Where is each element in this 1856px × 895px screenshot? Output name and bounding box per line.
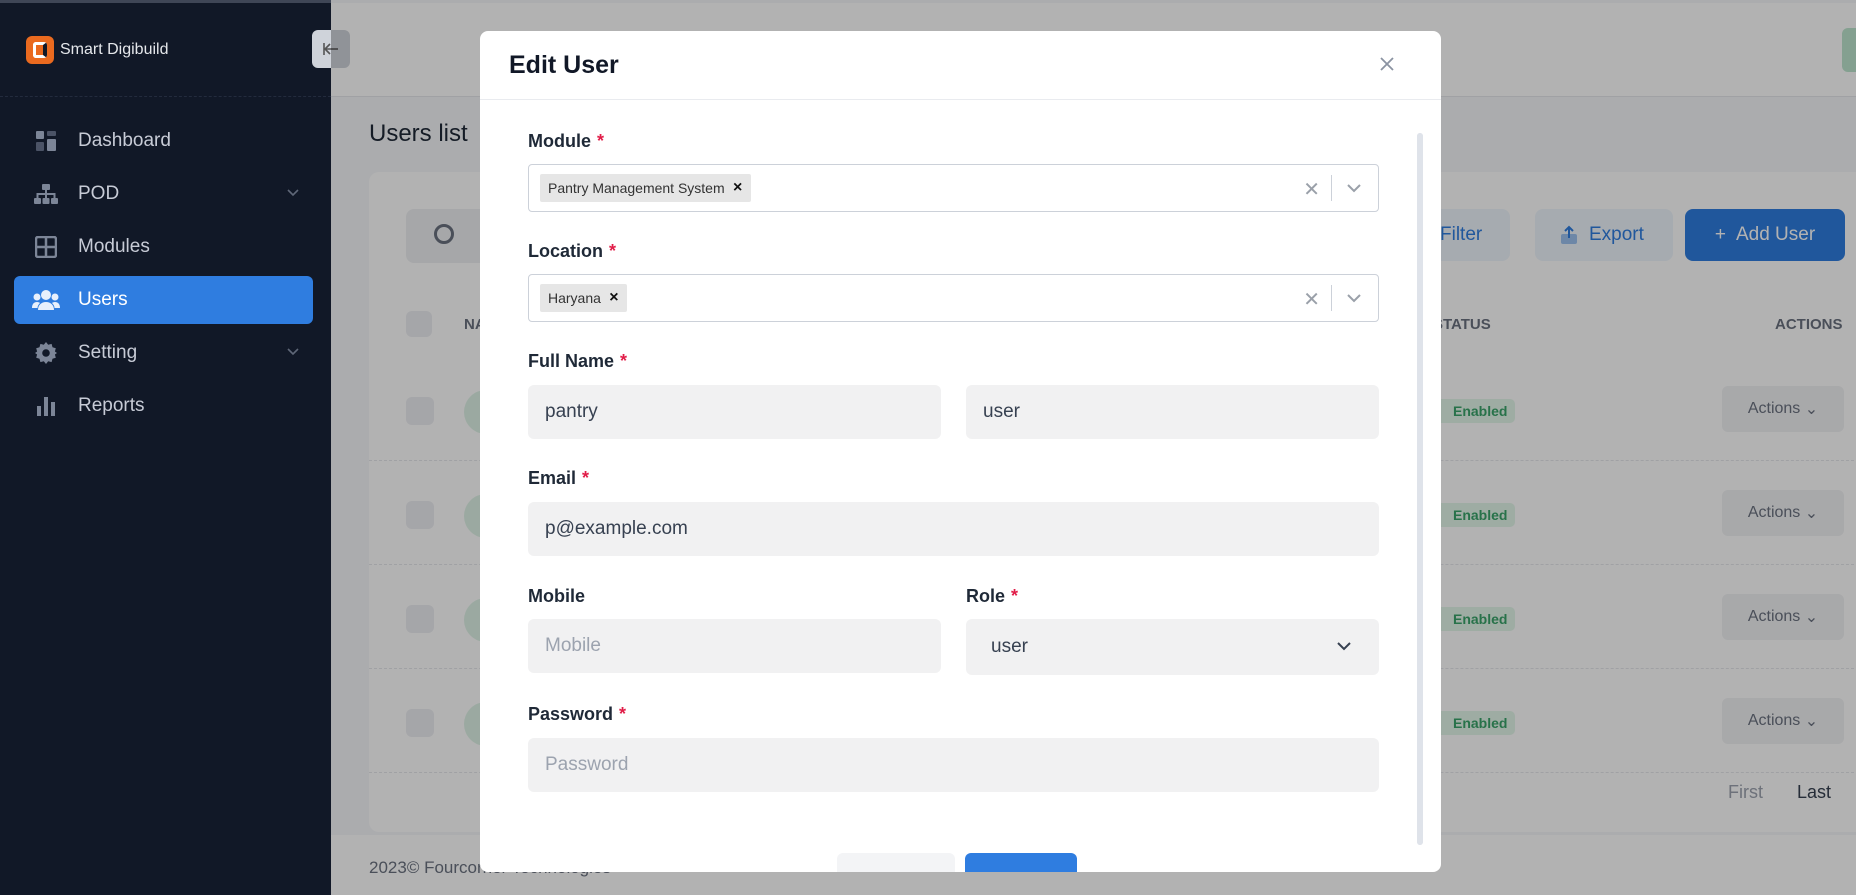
required-marker: * — [582, 468, 590, 488]
full-name-label: Full Name * — [528, 351, 627, 372]
cancel-button[interactable] — [837, 853, 955, 872]
location-chip: Haryana × — [540, 284, 627, 312]
users-icon — [32, 288, 60, 312]
sidebar-item-label: Users — [78, 289, 128, 310]
close-icon — [1380, 57, 1394, 71]
select-separator — [1331, 285, 1332, 311]
role-label: Role * — [966, 586, 1018, 607]
role-select[interactable]: user — [966, 619, 1379, 675]
last-name-field[interactable]: user — [966, 385, 1379, 439]
scrollbar-thumb[interactable] — [1417, 133, 1423, 845]
edit-user-modal: Edit User Module * Pantry Management Syst… — [480, 31, 1441, 872]
chevron-down-icon — [287, 186, 299, 200]
location-label-text: Location — [528, 241, 603, 261]
brand-logo-icon — [26, 35, 54, 64]
sidebar-item-label: Setting — [78, 342, 138, 363]
required-marker: * — [1011, 586, 1019, 606]
location-label: Location * — [528, 241, 616, 262]
clear-selection-icon[interactable]: ✕ — [1303, 177, 1320, 202]
sidebar-item-reports[interactable]: Reports — [14, 382, 313, 430]
sidebar-item-pod[interactable]: POD — [14, 170, 313, 218]
module-chip-label: Pantry Management System — [548, 180, 725, 196]
email-label: Email * — [528, 468, 589, 489]
brand[interactable]: Smart Digibuild — [0, 3, 331, 97]
password-label-text: Password — [528, 704, 614, 724]
modal-scrollbar[interactable] — [1417, 133, 1423, 845]
modal-title: Edit User — [509, 50, 619, 79]
location-chip-label: Haryana — [548, 290, 601, 306]
submit-button[interactable] — [965, 853, 1077, 872]
sidebar-nav: Dashboard POD Modules Users Setting Repo… — [0, 97, 331, 430]
role-value: user — [991, 636, 1028, 657]
module-select[interactable]: Pantry Management System × ✕ — [528, 164, 1379, 212]
select-separator — [1331, 175, 1332, 201]
remove-chip-icon[interactable]: × — [601, 289, 627, 307]
email-field[interactable]: p@example.com — [528, 502, 1379, 556]
sidebar-item-label: Modules — [78, 236, 150, 257]
sidebar: Smart Digibuild Dashboard POD Modules Us… — [0, 0, 331, 895]
gear-icon — [32, 341, 60, 365]
chevron-down-icon — [287, 345, 299, 359]
grid-icon — [32, 235, 60, 259]
password-label: Password * — [528, 704, 626, 725]
role-label-text: Role — [966, 586, 1006, 606]
sidebar-item-label: Dashboard — [78, 130, 171, 151]
close-button[interactable] — [1375, 53, 1399, 77]
dashboard-icon — [32, 129, 60, 153]
clear-selection-icon[interactable]: ✕ — [1303, 287, 1320, 312]
module-label-text: Module — [528, 131, 591, 151]
sitemap-icon — [32, 182, 60, 206]
password-field[interactable]: Password — [528, 738, 1379, 792]
full-name-label-text: Full Name — [528, 351, 615, 371]
required-marker: * — [619, 704, 627, 724]
module-chip: Pantry Management System × — [540, 174, 751, 202]
sidebar-item-dashboard[interactable]: Dashboard — [14, 117, 313, 165]
sidebar-item-modules[interactable]: Modules — [14, 223, 313, 271]
chevron-down-icon — [1335, 637, 1353, 655]
first-name-field[interactable]: pantry — [528, 385, 941, 439]
brand-name: Smart Digibuild — [60, 40, 169, 58]
required-marker: * — [620, 351, 628, 371]
location-select[interactable]: Haryana × ✕ — [528, 274, 1379, 322]
modal-body: Module * Pantry Management System × ✕ Loc… — [480, 101, 1441, 872]
sidebar-item-setting[interactable]: Setting — [14, 329, 313, 377]
required-marker: * — [609, 241, 617, 261]
sidebar-item-label: Reports — [78, 395, 145, 416]
sidebar-item-label: POD — [78, 183, 120, 204]
module-label: Module * — [528, 131, 604, 152]
chevron-down-icon[interactable] — [1342, 176, 1366, 200]
required-marker: * — [597, 131, 605, 151]
mobile-label: Mobile — [528, 586, 585, 607]
bar-chart-icon — [32, 394, 60, 418]
modal-header: Edit User — [480, 31, 1441, 100]
email-label-text: Email — [528, 468, 577, 488]
chevron-down-icon[interactable] — [1342, 286, 1366, 310]
mobile-field[interactable]: Mobile — [528, 619, 941, 673]
remove-chip-icon[interactable]: × — [725, 179, 751, 197]
mobile-label-text: Mobile — [528, 586, 585, 606]
sidebar-item-users[interactable]: Users — [14, 276, 313, 324]
